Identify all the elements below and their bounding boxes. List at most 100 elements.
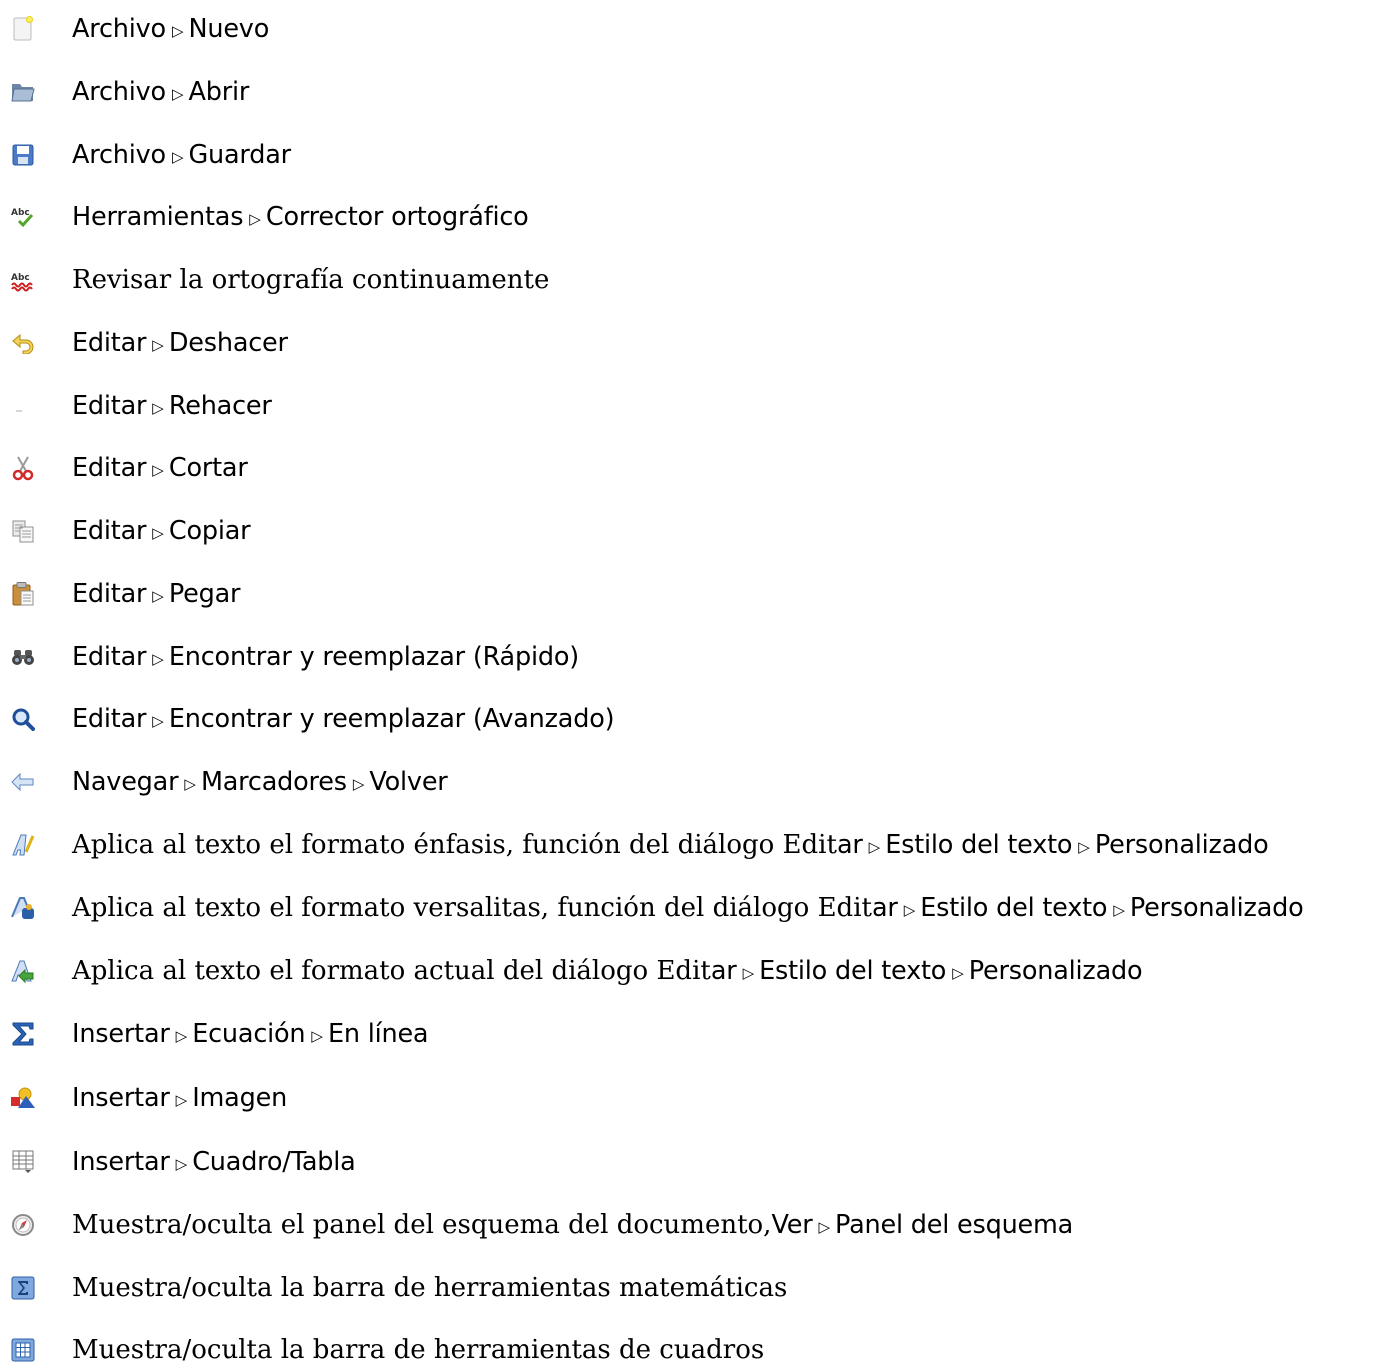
menu-path-segment: Archivo xyxy=(72,14,166,44)
menu-path-segment: Estilo del texto xyxy=(759,956,947,986)
menu-path-segment: Editar xyxy=(72,642,147,672)
list-item: Insertar ▷ Ecuación ▷ En línea xyxy=(10,1014,429,1054)
item-text: Editar ▷ Encontrar y reemplazar (Avanzado) xyxy=(72,704,615,734)
item-text: Archivo ▷ Guardar xyxy=(72,140,291,170)
menu-separator-triangle-icon: ▷ xyxy=(175,1091,188,1109)
list-item: Archivo ▷ Abrir xyxy=(10,72,249,112)
copy-icon xyxy=(10,518,36,544)
menu-path-segment: Ver xyxy=(771,1210,813,1240)
menu-separator-triangle-icon: ▷ xyxy=(152,461,164,479)
list-item: Editar ▷ Deshacer xyxy=(10,323,288,363)
new-document-icon xyxy=(10,16,36,42)
small-caps-icon xyxy=(10,895,36,921)
menu-separator-triangle-icon: ▷ xyxy=(1078,838,1090,856)
apply-style-icon xyxy=(10,958,36,984)
list-item: Muestra/oculta la barra de herramientas … xyxy=(10,1268,787,1308)
magnifier-icon xyxy=(10,706,36,732)
compass-icon xyxy=(10,1212,36,1238)
menu-path-segment: Estilo del texto xyxy=(885,830,1073,860)
menu-separator-triangle-icon: ▷ xyxy=(152,712,164,730)
item-description: Muestra/oculta la barra de herramientas … xyxy=(72,1335,765,1365)
menu-path-segment: Pegar xyxy=(168,579,241,609)
menu-path-segment: Copiar xyxy=(168,516,251,546)
menu-path-segment: Volver xyxy=(369,767,448,797)
menu-separator-triangle-icon: ▷ xyxy=(818,1218,831,1236)
menu-separator-triangle-icon: ▷ xyxy=(152,524,164,542)
menu-path-segment: Insertar xyxy=(72,1147,170,1177)
menu-path-segment: Nuevo xyxy=(188,14,270,44)
menu-separator-triangle-icon: ▷ xyxy=(152,650,164,668)
menu-path-segment: Insertar xyxy=(72,1083,170,1113)
menu-separator-triangle-icon: ▷ xyxy=(184,775,196,793)
table-icon xyxy=(10,1149,36,1175)
item-text: Aplica al texto el formato énfasis, func… xyxy=(72,830,1269,860)
menu-path-segment: Personalizado xyxy=(1094,830,1269,860)
item-text: Insertar ▷ Ecuación ▷ En línea xyxy=(72,1019,429,1049)
list-item: Navegar ▷ Marcadores ▷ Volver xyxy=(10,762,448,802)
item-text: Aplica al texto el formato versalitas, f… xyxy=(72,893,1304,923)
menu-separator-triangle-icon: ▷ xyxy=(311,1027,323,1045)
menu-separator-triangle-icon: ▷ xyxy=(868,838,881,856)
redo-icon xyxy=(10,393,36,419)
table-toolbar-icon xyxy=(10,1337,36,1363)
item-text: Navegar ▷ Marcadores ▷ Volver xyxy=(72,767,448,797)
spellcheck-icon: Abc xyxy=(10,204,36,230)
menu-separator-triangle-icon: ▷ xyxy=(952,964,964,982)
undo-icon xyxy=(10,330,36,356)
list-item: Editar ▷ Rehacer xyxy=(10,386,272,426)
list-item: Aplica al texto el formato versalitas, f… xyxy=(10,888,1304,928)
menu-separator-triangle-icon: ▷ xyxy=(352,775,365,793)
menu-separator-triangle-icon: ▷ xyxy=(742,964,755,982)
list-item: Abc Herramientas ▷ Corrector ortográfico xyxy=(10,197,529,237)
save-floppy-icon xyxy=(10,142,36,168)
item-description: Aplica al texto el formato énfasis, func… xyxy=(72,830,837,860)
item-text: Insertar ▷ Imagen xyxy=(72,1083,287,1113)
menu-separator-triangle-icon: ▷ xyxy=(249,210,261,228)
menu-separator-triangle-icon: ▷ xyxy=(152,399,164,417)
item-text: Archivo ▷ Abrir xyxy=(72,77,249,107)
menu-separator-triangle-icon: ▷ xyxy=(171,22,184,40)
menu-path-segment: Corrector ortográfico xyxy=(265,202,529,232)
list-item: Muestra/oculta el panel del esquema del … xyxy=(10,1205,1073,1245)
math-toolbar-icon xyxy=(10,1275,36,1301)
list-item: Editar ▷ Encontrar y reemplazar (Avanzado) xyxy=(10,699,615,739)
item-text: Insertar ▷ Cuadro/Tabla xyxy=(72,1147,356,1177)
menu-path-segment: En línea xyxy=(327,1019,429,1049)
menu-path-segment: Cuadro/Tabla xyxy=(192,1147,356,1177)
continuous-spellcheck-icon: Abc xyxy=(10,267,36,293)
svg-text:Abc: Abc xyxy=(11,273,30,283)
list-item: Aplica al texto el formato énfasis, func… xyxy=(10,825,1269,865)
menu-separator-triangle-icon: ▷ xyxy=(175,1027,188,1045)
list-item: Editar ▷ Cortar xyxy=(10,448,248,488)
item-text: Aplica al texto el formato actual del di… xyxy=(72,956,1143,986)
menu-path-segment: Marcadores xyxy=(200,767,347,797)
menu-path-segment: Archivo xyxy=(72,140,166,170)
menu-path-segment: Editar xyxy=(72,516,147,546)
item-text: Editar ▷ Deshacer xyxy=(72,328,288,358)
list-item: Editar ▷ Copiar xyxy=(10,511,251,551)
list-item: Muestra/oculta la barra de herramientas … xyxy=(10,1330,764,1370)
menu-separator-triangle-icon: ▷ xyxy=(903,901,916,919)
item-text: Editar ▷ Pegar xyxy=(72,579,241,609)
menu-separator-triangle-icon: ▷ xyxy=(1113,901,1125,919)
menu-path-segment: Editar xyxy=(72,579,147,609)
menu-path-segment: ar xyxy=(710,956,737,986)
item-text: Archivo ▷ Nuevo xyxy=(72,14,269,44)
back-arrow-icon xyxy=(10,769,36,795)
item-description: Muestra/oculta la barra de herramientas … xyxy=(72,1273,788,1303)
list-item: Insertar ▷ Cuadro/Tabla xyxy=(10,1142,356,1182)
insert-image-icon xyxy=(10,1085,36,1111)
menu-path-segment: Encontrar y reemplazar (Avanzado) xyxy=(168,704,615,734)
menu-path-segment: Imagen xyxy=(192,1083,288,1113)
menu-path-segment: Editar xyxy=(72,704,147,734)
list-item: Aplica al texto el formato actual del di… xyxy=(10,951,1143,991)
menu-path-segment: Cortar xyxy=(168,453,248,483)
item-description: Muestra/oculta el panel del esquema del … xyxy=(72,1210,772,1240)
menu-path-segment: Deshacer xyxy=(168,328,288,358)
menu-path-segment: Herramientas xyxy=(72,202,244,232)
open-folder-icon xyxy=(10,79,36,105)
list-item: Abc Revisar la ortografía continuamente xyxy=(10,260,549,300)
item-text: Editar ▷ Encontrar y reemplazar (Rápido) xyxy=(72,642,579,672)
menu-path-segment: ar xyxy=(871,893,898,923)
menu-separator-triangle-icon: ▷ xyxy=(152,336,164,354)
